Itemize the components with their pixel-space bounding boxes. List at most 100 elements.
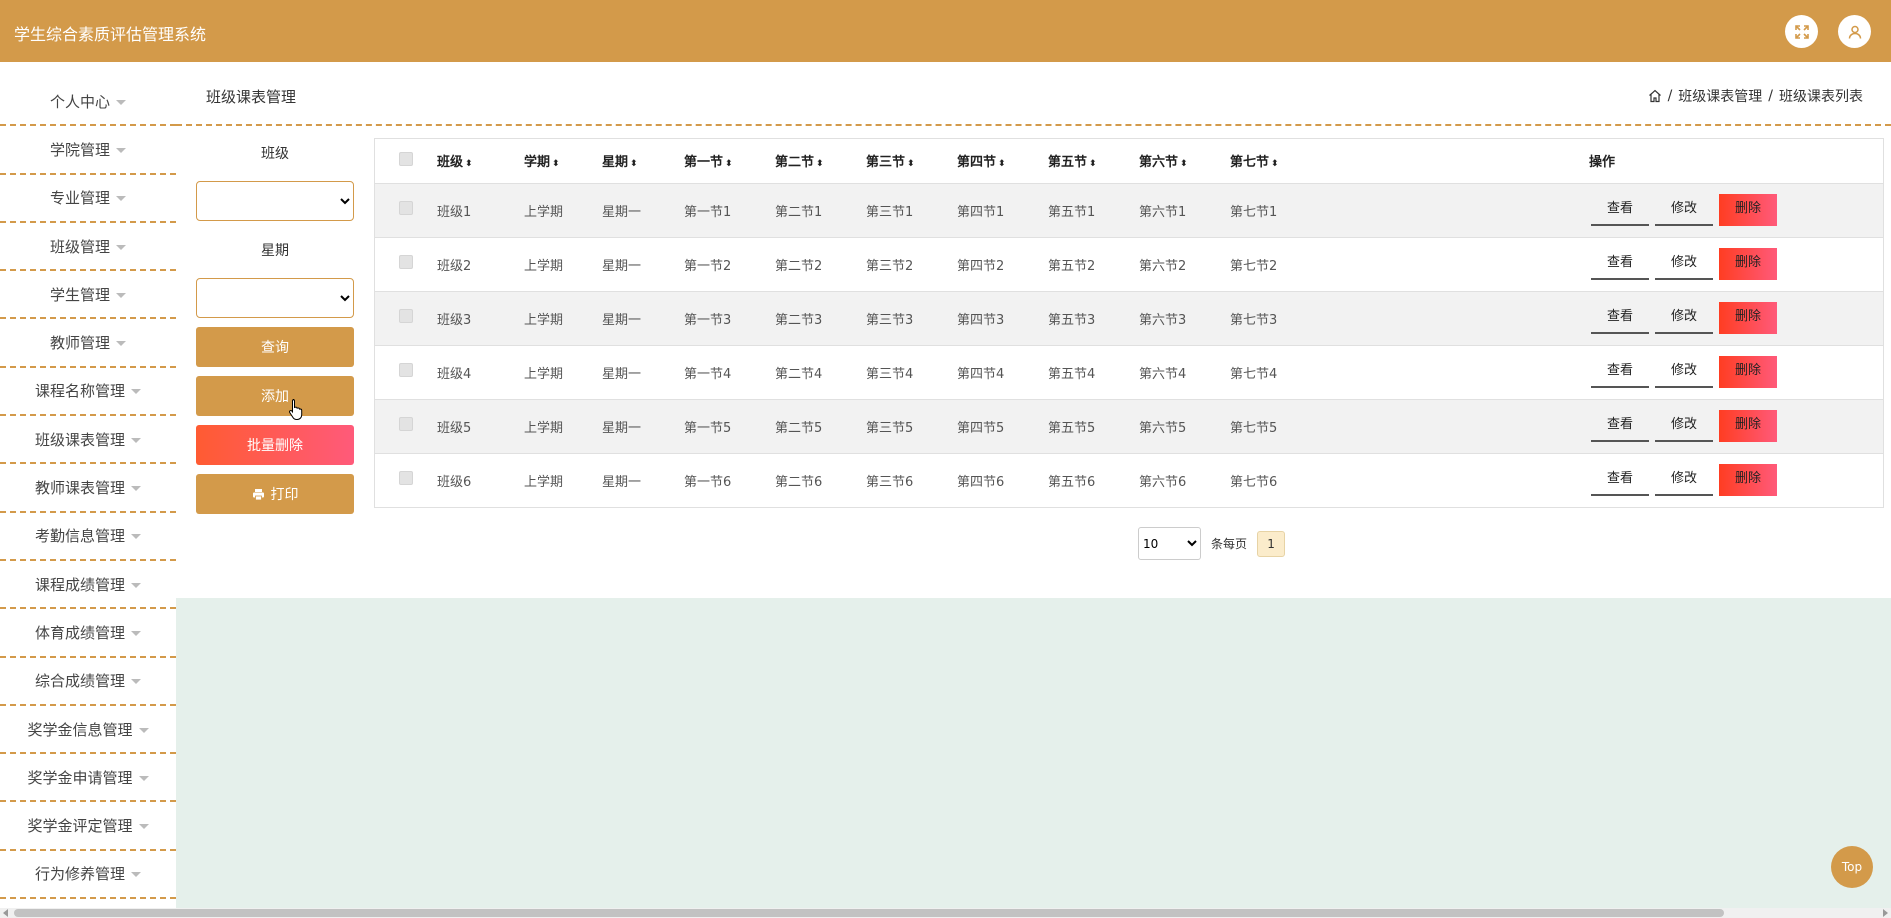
column-header-label: 学期	[524, 155, 551, 171]
sidebar-item[interactable]: 教师管理	[0, 319, 176, 368]
sidebar-item[interactable]: 课程名称管理	[0, 368, 176, 417]
view-button[interactable]: 查看	[1591, 302, 1649, 334]
sidebar-item[interactable]: 学院管理	[0, 126, 176, 175]
page-number-button[interactable]: 1	[1257, 530, 1286, 557]
sort-icon[interactable]: ⬍	[465, 159, 473, 169]
horizontal-scrollbar[interactable]	[0, 908, 1891, 918]
user-button[interactable]	[1838, 15, 1871, 48]
row-checkbox[interactable]	[399, 309, 413, 323]
row-checkbox[interactable]	[399, 417, 413, 431]
sidebar-item[interactable]: 课程成绩管理	[0, 561, 176, 610]
caret-down-icon	[116, 292, 126, 298]
delete-button[interactable]: 删除	[1719, 248, 1777, 280]
sidebar-item[interactable]: 奖学金评定管理	[0, 802, 176, 851]
column-header-label: 第二节	[775, 155, 815, 171]
scrollbar-thumb[interactable]	[14, 909, 1724, 917]
view-button[interactable]: 查看	[1591, 356, 1649, 388]
edit-button[interactable]: 修改	[1655, 464, 1713, 497]
edit-button[interactable]: 修改	[1655, 248, 1713, 280]
row-checkbox[interactable]	[399, 201, 413, 215]
fullscreen-icon	[1794, 24, 1809, 39]
weekday-filter-label: 星期	[261, 243, 289, 259]
sort-icon[interactable]: ⬍	[998, 159, 1006, 169]
add-button[interactable]: 添加	[196, 376, 354, 416]
edit-button[interactable]: 修改	[1655, 356, 1713, 388]
sort-icon[interactable]: ⬍	[552, 159, 560, 169]
scroll-right-icon[interactable]	[1883, 909, 1888, 917]
print-button[interactable]: 打印	[196, 474, 354, 514]
view-button[interactable]: 查看	[1591, 248, 1649, 280]
column-header[interactable]: 星期 ⬍	[602, 139, 684, 183]
row-checkbox[interactable]	[399, 363, 413, 377]
sidebar-item[interactable]: 教师课表管理	[0, 464, 176, 513]
sidebar-item[interactable]: 综合成绩管理	[0, 658, 176, 706]
sidebar-item[interactable]: 个人中心	[0, 78, 176, 127]
column-header-label: 第七节	[1230, 155, 1270, 171]
column-header[interactable]: 第七节 ⬍	[1230, 139, 1321, 183]
delete-button[interactable]: 删除	[1719, 302, 1777, 334]
delete-button[interactable]: 删除	[1719, 464, 1777, 497]
table-row: 班级5 上学期 星期一 第一节5 第二节5 第三节5 第四节5 第五节5 第六节5 第七节5 查看修…	[375, 398, 1883, 453]
column-header[interactable]: 第六节 ⬍	[1139, 139, 1230, 183]
batch-delete-button[interactable]: 批量删除	[196, 425, 354, 465]
table-cell: 第一节4	[684, 344, 775, 399]
edit-button[interactable]: 修改	[1655, 302, 1713, 334]
sidebar-item[interactable]: 班级管理	[0, 223, 176, 272]
sidebar-item-label: 教师管理	[49, 334, 110, 353]
sort-icon[interactable]: ⬍	[1271, 159, 1279, 169]
table-row: 班级6 上学期 星期一 第一节6 第二节6 第三节6 第四节6 第五节6 第六节6 第七节6 查看修…	[375, 452, 1883, 507]
table-cell: 第六节5	[1139, 398, 1230, 453]
select-all-checkbox[interactable]	[399, 151, 413, 166]
sort-icon[interactable]: ⬍	[630, 159, 638, 169]
column-header[interactable]: 第三节 ⬍	[866, 139, 957, 183]
sort-icon[interactable]: ⬍	[1180, 159, 1188, 169]
column-header[interactable]: 第五节 ⬍	[1048, 139, 1139, 183]
topbar: 班级课表管理 / 班级课表管理 / 班级课表列表	[176, 78, 1891, 126]
class-filter-select[interactable]	[196, 181, 354, 221]
sidebar-item[interactable]: 专业管理	[0, 175, 176, 223]
table-cell: 班级6	[437, 452, 524, 507]
caret-down-icon	[116, 341, 126, 347]
table-cell: 第一节2	[684, 236, 775, 291]
page-size-select[interactable]: 10	[1138, 527, 1201, 560]
sidebar-item[interactable]: 体育成绩管理	[0, 609, 176, 658]
column-header[interactable]: 学期 ⬍	[524, 139, 602, 183]
table-row: 班级1 上学期 星期一 第一节1 第二节1 第三节1 第四节1 第五节1 第六节1 第七节1 查看修…	[375, 182, 1883, 237]
sidebar-item[interactable]: 奖学金申请管理	[0, 754, 176, 803]
search-button[interactable]: 查询	[196, 327, 354, 367]
column-header[interactable]: 第二节 ⬍	[775, 139, 866, 183]
back-to-top-button[interactable]: Top	[1831, 846, 1873, 888]
column-header[interactable]: 第一节 ⬍	[684, 139, 775, 183]
caret-down-icon	[116, 244, 126, 250]
breadcrumb-item-module[interactable]: 班级课表管理	[1678, 86, 1762, 106]
sidebar-item[interactable]: 奖学金信息管理	[0, 706, 176, 755]
fullscreen-button[interactable]	[1785, 15, 1818, 48]
sidebar-item-label: 课程名称管理	[34, 382, 125, 401]
sidebar-item[interactable]: 班级课表管理	[0, 416, 176, 465]
sidebar-item[interactable]: 行为修养管理	[0, 851, 176, 900]
delete-button[interactable]: 删除	[1719, 194, 1777, 226]
weekday-filter-select[interactable]	[196, 278, 354, 318]
sidebar-item[interactable]: 考勤信息管理	[0, 513, 176, 561]
sort-icon[interactable]: ⬍	[907, 159, 915, 169]
batch-delete-button-label: 批量删除	[247, 438, 303, 454]
sort-icon[interactable]: ⬍	[725, 159, 733, 169]
column-header[interactable]: 第四节 ⬍	[957, 139, 1048, 183]
sort-icon[interactable]: ⬍	[816, 159, 824, 169]
sidebar-item[interactable]: 学生管理	[0, 271, 176, 320]
row-checkbox[interactable]	[399, 471, 413, 486]
delete-button[interactable]: 删除	[1719, 410, 1777, 442]
column-header[interactable]: 班级 ⬍	[437, 139, 524, 183]
edit-button[interactable]: 修改	[1655, 410, 1713, 442]
column-header-label: 第三节	[866, 155, 906, 171]
sidebar-item-label: 考勤信息管理	[34, 527, 125, 546]
view-button[interactable]: 查看	[1591, 194, 1649, 226]
delete-button[interactable]: 删除	[1719, 356, 1777, 388]
scroll-left-icon[interactable]	[3, 909, 8, 917]
sort-icon[interactable]: ⬍	[1089, 159, 1097, 169]
view-button[interactable]: 查看	[1591, 410, 1649, 442]
view-button[interactable]: 查看	[1591, 464, 1649, 497]
edit-button[interactable]: 修改	[1655, 194, 1713, 226]
home-icon[interactable]	[1648, 89, 1662, 103]
row-checkbox[interactable]	[399, 255, 413, 269]
